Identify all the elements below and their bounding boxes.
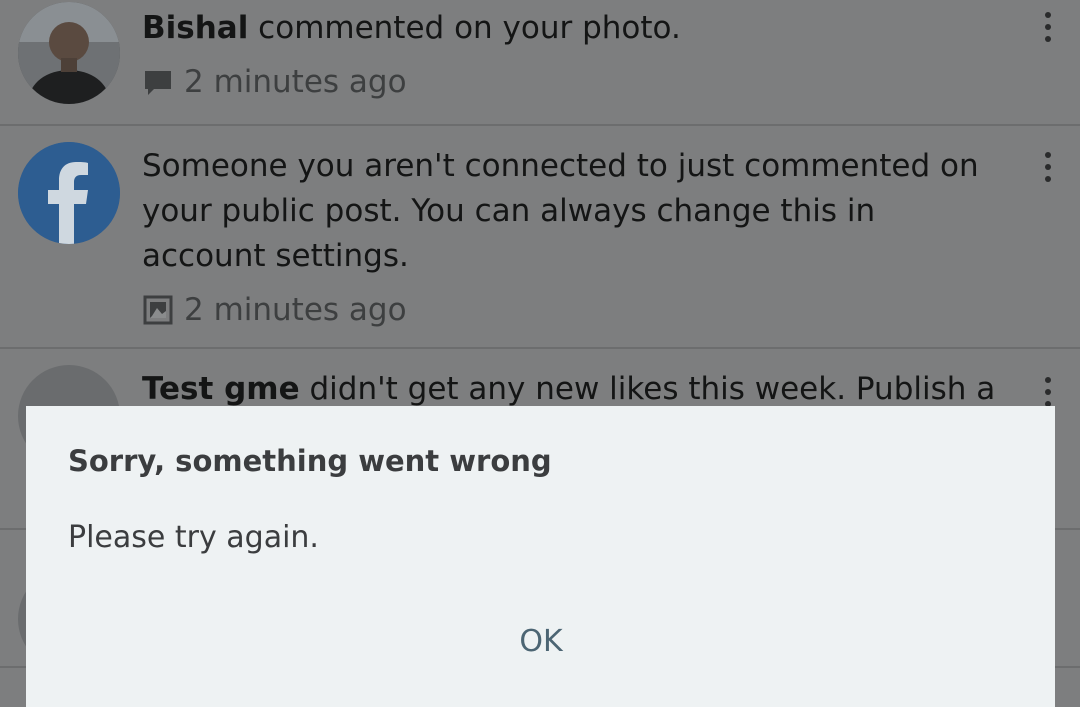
notification-actor: Test gme [142,371,300,407]
notification-meta: 2 minutes ago [142,62,407,102]
ok-button[interactable]: OK [496,614,586,668]
notification-actor: Bishal [142,10,249,46]
notification-message: didn't get any new likes this week. Publ… [299,371,996,407]
notification-text: Bishal commented on your photo. [142,6,1002,51]
user-avatar [18,2,120,104]
notification-time: 2 minutes ago [184,64,407,100]
notification-message: commented on your photo. [248,10,681,46]
notification-time: 2 minutes ago [184,292,407,328]
error-dialog: Sorry, something went wrong Please try a… [26,406,1055,707]
more-options-icon[interactable] [1040,377,1056,407]
more-options-icon[interactable] [1040,152,1056,182]
facebook-logo [18,142,120,244]
facebook-logo-icon [18,142,120,244]
notification-item[interactable]: Bishal commented on your photo. 2 minute… [0,0,1080,124]
dialog-message: Please try again. [68,520,319,555]
photo-icon [142,294,174,326]
user-photo-icon [18,2,120,104]
dialog-title: Sorry, something went wrong [68,444,552,478]
more-options-icon[interactable] [1040,12,1056,42]
comment-icon [142,66,174,98]
notification-item[interactable]: Someone you aren't connected to just com… [0,126,1080,347]
notification-meta: 2 minutes ago [142,290,407,330]
notification-message: Someone you aren't connected to just com… [142,148,979,274]
